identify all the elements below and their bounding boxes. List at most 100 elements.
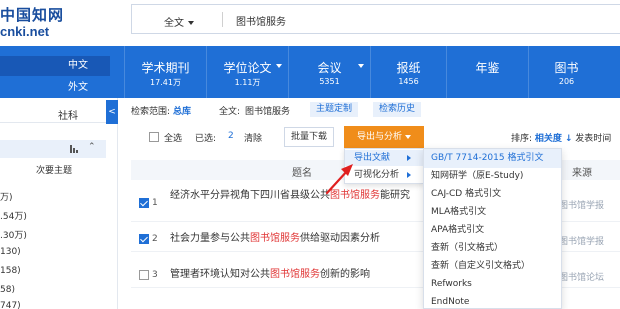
cnki-logo[interactable]: 中国知网 cnki.net [0, 4, 80, 42]
facet-count: 130) [0, 247, 21, 257]
title-text: 经济水平分异视角下四川省县级公共 [170, 190, 330, 201]
tab-secondary-topic[interactable]: 次要主题 [0, 160, 106, 176]
search-scope-select[interactable]: 全文 [164, 14, 194, 29]
title-keyword: 图书馆服务 [330, 190, 380, 201]
menu-item-novelty-custom[interactable]: 查新（自定义引文格式） [424, 257, 561, 276]
bar-chart-icon[interactable] [70, 145, 79, 153]
topic-customize-button[interactable]: 主题定制 [310, 102, 359, 117]
result-source[interactable]: 图书馆学报 [559, 234, 604, 247]
title-text: 能研究 [380, 190, 410, 201]
chevron-down-icon [276, 64, 282, 68]
search-history-button[interactable]: 检索历史 [373, 102, 422, 117]
menu-item-apa[interactable]: APA格式引文 [424, 221, 561, 240]
menu-item-caj-cd[interactable]: CAJ-CD 格式引文 [424, 185, 561, 204]
title-text: 创新的影响 [320, 269, 370, 280]
top-header: 中国知网 cnki.net 全文 [0, 0, 620, 46]
nav-item-label: 图书 [554, 61, 579, 75]
menu-item-novelty-citation[interactable]: 查新（引文格式） [424, 239, 561, 258]
row-checkbox[interactable] [139, 198, 149, 208]
scope-value[interactable]: 总库 [173, 104, 191, 117]
row-index: 2 [152, 234, 158, 244]
nav-item-conferences[interactable]: 会议 5351 [288, 46, 370, 98]
menu-item-refworks[interactable]: Refworks [424, 275, 561, 294]
menu-item-endnote[interactable]: EndNote [424, 293, 561, 309]
chevron-down-icon [405, 134, 411, 139]
column-source[interactable]: 来源 [572, 164, 592, 179]
menu-item-estudy[interactable]: 知网研学（原E-Study) [424, 167, 561, 186]
title-keyword: 图书馆服务 [270, 269, 320, 280]
sort-controls: 排序: 相关度 ↓ 发表时间 [511, 131, 611, 144]
nav-item-label: 报纸 [396, 61, 421, 75]
chevron-down-icon [188, 21, 194, 25]
title-keyword: 图书馆服务 [250, 233, 300, 244]
menu-item-visual-analysis[interactable]: 可视化分析 [345, 167, 423, 183]
row-index: 3 [152, 270, 158, 280]
export-format-submenu: GB/T 7714-2015 格式引文 知网研学（原E-Study) CAJ-C… [423, 148, 562, 309]
search-divider [222, 12, 223, 27]
row-checkbox[interactable] [139, 234, 149, 244]
menu-item-export-citations[interactable]: 导出文献 [345, 150, 423, 166]
facet-group-header[interactable]: ⌃ [0, 140, 106, 158]
nav-item-count: 206 [558, 77, 575, 86]
facet-count: 747) [0, 301, 21, 309]
sort-arrow-icon: ↓ [564, 134, 573, 144]
result-title-link[interactable]: 管理者环境认知对公共图书馆服务创新的影响 [170, 268, 410, 282]
nav-item-label: 年鉴 [475, 61, 500, 75]
facet-count: .30万) [0, 231, 27, 241]
facet-count: 万) [0, 193, 13, 203]
facet-sidebar: 社科 < ⌃ 次要主题 万) .54万) .30万) 130) 158) 58)… [0, 98, 118, 309]
nav-item-books[interactable]: 图书 206 [528, 46, 604, 98]
select-all-checkbox[interactable] [149, 132, 159, 142]
chevron-down-icon [358, 64, 364, 68]
clear-button[interactable]: 清除 [244, 131, 262, 144]
collapse-sidebar-button[interactable]: < [106, 100, 118, 124]
tab-foreign[interactable]: 外文 [0, 78, 110, 98]
row-index: 1 [152, 198, 158, 208]
menu-item-mla[interactable]: MLA格式引文 [424, 203, 561, 222]
row-checkbox[interactable] [139, 270, 149, 280]
search-scope-label: 全文 [164, 18, 184, 29]
result-title-link[interactable]: 社会力量参与公共图书馆服务供给驱动因素分析 [170, 232, 410, 246]
nav-item-label: 学术期刊 [141, 61, 190, 75]
sort-relevance[interactable]: 相关度 [535, 134, 562, 144]
nav-item-count: 1456 [398, 77, 419, 86]
nav-item-theses[interactable]: 学位论文 1.11万 [206, 46, 288, 98]
sort-label: 排序: [511, 134, 533, 144]
logo-domain: cnki.net [0, 24, 50, 39]
tab-label: 社科 [58, 111, 78, 122]
select-all-label[interactable]: 全选 [164, 131, 182, 144]
tab-label: 次要主题 [36, 166, 73, 176]
menu-item-label: 可视化分析 [354, 170, 400, 180]
query-prefix: 全文: [219, 107, 241, 117]
search-box: 全文 [131, 4, 620, 34]
search-scope-row: 检索范围: 总库 全文: 图书馆服务 主题定制 检索历史 [131, 101, 620, 119]
search-input[interactable] [236, 11, 486, 29]
nav-item-journals[interactable]: 学术期刊 17.41万 [124, 46, 206, 98]
menu-item-gbt-7714[interactable]: GB/T 7714-2015 格式引文 [424, 149, 561, 168]
sort-publish-time[interactable]: 发表时间 [575, 134, 611, 144]
facet-count: .54万) [0, 212, 27, 222]
language-tabs: 中文 外文 [0, 46, 120, 98]
title-text: 管理者环境认知对公共 [170, 269, 270, 280]
selected-label: 已选: [195, 134, 217, 144]
nav-item-newspapers[interactable]: 报纸 1456 [370, 46, 446, 98]
nav-item-count: 5351 [319, 77, 340, 86]
nav-item-count: 1.11万 [234, 78, 261, 87]
column-title[interactable]: 题名 [292, 164, 312, 179]
query-value: 图书馆服务 [245, 107, 291, 117]
result-source[interactable]: 图书馆论坛 [559, 270, 604, 283]
results-toolbar: 全选 已选: 2 清除 批量下载 导出与分析 排序: 相关度 ↓ 发表时间 [131, 126, 620, 148]
tab-chinese[interactable]: 中文 [0, 56, 110, 76]
result-title-link[interactable]: 经济水平分异视角下四川省县级公共图书馆服务能研究 [170, 189, 410, 203]
export-menu: 导出文献 可视化分析 [344, 148, 424, 184]
export-analyze-button[interactable]: 导出与分析 [344, 126, 424, 148]
result-source[interactable]: 图书馆学报 [559, 198, 604, 211]
title-text: 社会力量参与公共 [170, 233, 250, 244]
title-text: 供给驱动因素分析 [300, 233, 380, 244]
chevron-right-icon [407, 155, 411, 161]
facet-count: 158) [0, 266, 21, 276]
chevron-up-icon[interactable]: ⌃ [88, 142, 96, 152]
batch-download-button[interactable]: 批量下载 [284, 127, 334, 147]
tab-social-science[interactable]: 社科 [0, 103, 106, 123]
nav-item-yearbooks[interactable]: 年鉴 [446, 46, 528, 98]
